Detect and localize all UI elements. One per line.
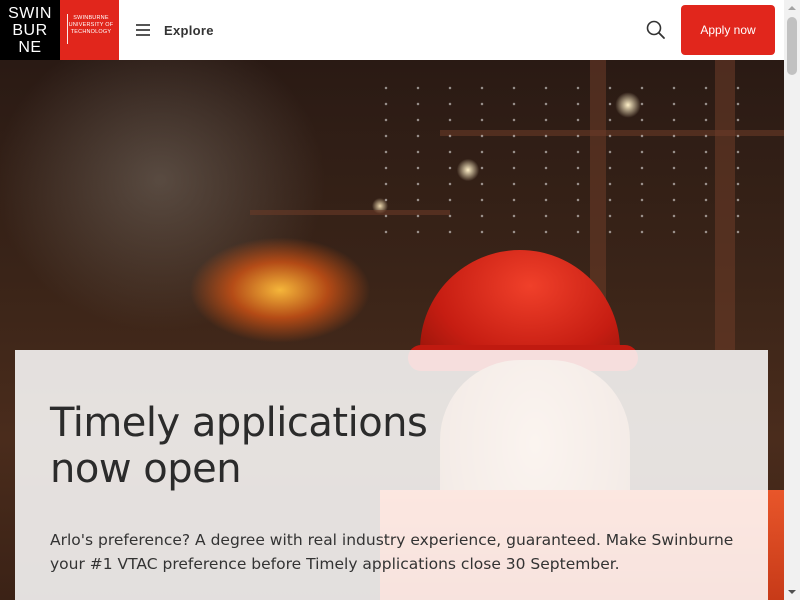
explore-label: Explore [164,22,214,38]
scrollbar-thumb[interactable] [787,17,797,75]
chevron-up-icon [788,6,796,10]
hero-title: Timely applications now open [50,400,428,492]
logo-tagline: SWINBURNE UNIVERSITY OF TECHNOLOGY [68,15,114,35]
logo-line-3: NE [18,38,42,56]
scroll-down-arrow[interactable] [784,584,800,600]
decorative-dot-grid [370,80,760,240]
hamburger-icon [136,24,150,36]
search-button[interactable] [645,19,667,41]
search-icon [646,20,665,39]
site-header: SWIN BUR NE SWINBURNE UNIVERSITY OF TECH… [0,0,784,60]
swinburne-logo[interactable]: SWIN BUR NE [0,0,60,60]
explore-menu-button[interactable]: Explore [136,20,222,40]
apply-now-button[interactable]: Apply now [681,5,775,55]
hero-card: Timely applications now open Arlo's pref… [15,350,768,600]
logo-line-1: SWIN [8,4,52,22]
hero-body-text: Arlo's preference? A degree with real in… [50,531,734,573]
page-scrollbar[interactable] [784,0,800,600]
logo-line-2: BUR [12,21,48,39]
logo-tagline-block[interactable]: SWINBURNE UNIVERSITY OF TECHNOLOGY [60,0,119,60]
chevron-down-icon [788,590,796,594]
scroll-up-arrow[interactable] [784,0,800,16]
